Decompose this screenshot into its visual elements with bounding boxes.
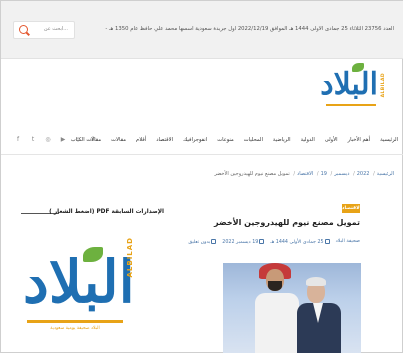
comment-icon [211, 239, 217, 244]
photo-person-thobe [255, 293, 299, 353]
search-icon[interactable] [19, 25, 28, 34]
logo-underline [326, 104, 376, 106]
search-input[interactable]: ابحث عن... [44, 26, 68, 32]
nav-item-top-news[interactable]: أهم الأخبار [348, 137, 371, 143]
breadcrumb-day[interactable]: 19 [321, 171, 327, 177]
nav-item-sports[interactable]: الرياضية [273, 137, 291, 143]
nav-item-local[interactable]: المحليات [244, 137, 263, 143]
instagram-icon[interactable]: ◎ [45, 137, 51, 143]
nav-item-international[interactable]: الدولية [301, 137, 315, 143]
promo-english-text: ALBILAD [126, 237, 134, 278]
site-logo[interactable]: البلاد ALBILAD [320, 63, 390, 111]
article-author[interactable]: صحيفة البلاد [336, 239, 360, 245]
promo-arabic-text: البلاد [23, 248, 140, 316]
article-date-hijri: 25 جمادى الأولى 1444 هـ [270, 239, 330, 245]
promo-underline [27, 320, 123, 323]
logo-arabic-text: البلاد [320, 67, 380, 102]
article-date-gregorian: 19 ديسمبر 2022 [222, 239, 265, 245]
search-box[interactable]: ابحث عن... [13, 21, 75, 39]
nav-item-first[interactable]: الأولى [325, 137, 338, 143]
article-meta: صحيفة البلاد 25 جمادى الأولى 1444 هـ 19 … [188, 239, 360, 245]
nav-item-misc[interactable]: منوعات [217, 137, 234, 143]
nav-items: الرئيسية أهم الأخبار الأولى الدولية الري… [71, 137, 398, 143]
nav-item-writers-articles[interactable]: مقالات الكتاب [71, 137, 101, 143]
nav-item-articles[interactable]: مقالات [111, 137, 126, 143]
breadcrumb-year[interactable]: 2022 [357, 171, 370, 177]
breadcrumb-home[interactable]: الرئيسية [377, 171, 394, 177]
calendar-icon [259, 239, 265, 244]
breadcrumb-current: تمويل مصنع نيوم للهيدروجين الأخضر [214, 171, 290, 177]
nav-item-home[interactable]: الرئيسية [380, 137, 398, 143]
calendar-icon [324, 239, 330, 244]
breadcrumb-category[interactable]: الاقتصاد [297, 171, 313, 177]
sidebar-title: الإصدارات السابقة PDF (اضغط الشعار ) [49, 209, 164, 215]
nav-item-infographic[interactable]: انفوجرافيك [183, 137, 207, 143]
logo-english-text: ALBILAD [381, 73, 386, 98]
nav-item-economy[interactable]: الاقتصاد [156, 137, 173, 143]
article-comments[interactable]: بدون تعليق [188, 239, 217, 245]
main-navigation: f t ◎ ▶ ◇ ✆ الرئيسية أهم الأخبار الأولى … [1, 129, 403, 155]
promo-tagline: البلاد صحيفة يومية سعودية [50, 326, 100, 331]
breadcrumb-month[interactable]: ديسمبر [334, 171, 349, 177]
article-title: تمويل مصنع نيوم للهيدروجين الأخضر [214, 218, 360, 227]
facebook-icon[interactable]: f [15, 137, 21, 143]
category-badge[interactable]: الاقتصاد [342, 204, 361, 213]
archive-logo-link[interactable]: البلاد ALBILAD البلاد صحيفة يومية سعودية [19, 227, 140, 337]
photo-hair [306, 277, 326, 286]
youtube-icon[interactable]: ▶ [60, 137, 66, 143]
nav-item-pens[interactable]: أقلام [136, 137, 146, 143]
photo-beard [268, 281, 282, 291]
article-image [223, 263, 361, 353]
breadcrumb: الرئيسية/ 2022/ ديسمبر/ 19/ الاقتصاد/ تم… [214, 171, 394, 177]
top-bar: ابحث عن... العدد 23756 الثلاثاء 25 جمادى… [1, 1, 403, 59]
news-ticker: العدد 23756 الثلاثاء 25 جمادى الأولى 144… [104, 26, 394, 32]
browser-frame: ابحث عن... العدد 23756 الثلاثاء 25 جمادى… [0, 0, 403, 353]
twitter-icon[interactable]: t [30, 137, 36, 143]
